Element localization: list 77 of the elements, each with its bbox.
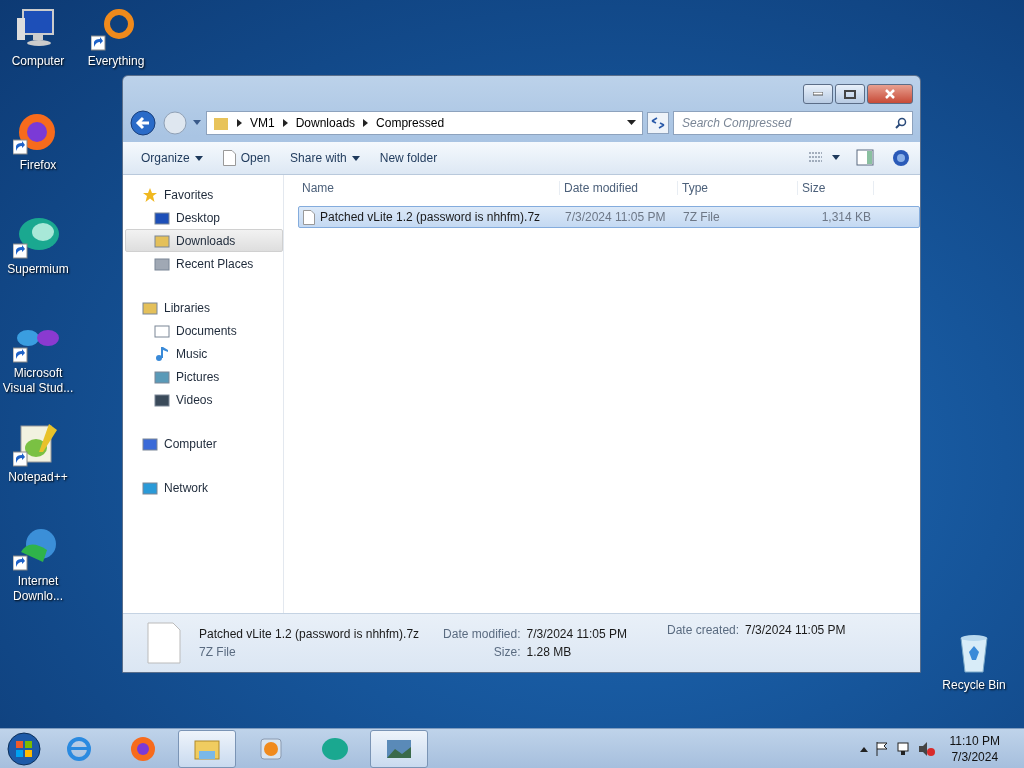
details-label: Date modified: <box>443 627 521 641</box>
muted-speaker-icon[interactable] <box>917 740 936 757</box>
file-icon <box>147 622 181 664</box>
toolbar-button[interactable]: Organize <box>133 148 211 168</box>
file-name: Patched vLite 1.2 (password is nhhfm).7z <box>299 209 561 225</box>
nav-item[interactable]: Pictures <box>125 365 283 388</box>
desktop-icon-label: Supermium <box>7 262 69 277</box>
details-label: Date created: <box>667 623 740 637</box>
file-row[interactable]: Patched vLite 1.2 (password is nhhfm).7z 7/3/2024 11:05 PM 7Z File 1,314 KB <box>298 206 920 228</box>
nav-header[interactable]: Libraries <box>125 296 283 319</box>
column-header[interactable]: Type <box>678 181 798 195</box>
nav-item[interactable]: Recent Places <box>125 252 283 275</box>
caret-icon <box>351 155 360 161</box>
minimize-button[interactable] <box>803 84 833 104</box>
clock-time[interactable]: 11:10 PM <box>949 732 1000 749</box>
chevron-icon[interactable] <box>237 119 242 127</box>
browser-icon <box>65 734 93 763</box>
details-value: 7/3/2024 11:05 PM <box>745 623 846 637</box>
chevron-icon[interactable] <box>363 119 369 127</box>
music-note-icon <box>154 345 170 362</box>
details-label: Size: <box>492 645 521 659</box>
breadcrumb-item[interactable]: Compressed <box>376 116 445 130</box>
desktop-icon-label: Everything <box>87 54 145 69</box>
desktop-icon-label: Firefox <box>19 158 57 173</box>
chevron-icon[interactable] <box>282 119 288 127</box>
maximize-icon <box>844 89 856 99</box>
search-field[interactable]: Search Compressed <box>673 111 913 135</box>
nav-item[interactable]: Desktop <box>125 206 283 229</box>
search-icon[interactable] <box>895 117 907 129</box>
taskbar-button[interactable] <box>370 729 428 768</box>
start-button[interactable] <box>4 730 44 767</box>
column-header[interactable]: Size <box>798 181 874 195</box>
close-icon <box>884 89 896 99</box>
address-bar[interactable]: VM1 Downloads Compressed <box>206 111 643 135</box>
back-icon[interactable] <box>130 110 158 136</box>
nav-item[interactable]: Downloads <box>125 229 283 252</box>
desktop-icon-label: Recycle Bin <box>942 678 1006 693</box>
details-value: 7/3/2024 11:05 PM <box>526 627 627 641</box>
caret-icon[interactable] <box>627 120 636 126</box>
file-icon <box>222 150 236 166</box>
clock-date[interactable]: 7/3/2024 <box>951 748 999 765</box>
file-size: 1,314 KB <box>820 210 872 224</box>
help-icon[interactable] <box>892 149 910 167</box>
breadcrumb-item[interactable]: Downloads <box>295 116 356 130</box>
details-file-type: 7Z File <box>199 645 237 659</box>
show-hidden-icons-icon[interactable] <box>859 745 868 752</box>
column-header[interactable]: Date modified <box>560 181 678 195</box>
minimize-icon <box>813 92 823 96</box>
nav-header[interactable]: Favorites <box>125 183 283 206</box>
nav-header[interactable]: Network <box>125 476 283 499</box>
nav-item[interactable]: Documents <box>125 319 283 342</box>
column-header[interactable]: Name <box>298 181 560 195</box>
desktop-icon-label: Microsoft Visual Stud... <box>1 366 75 396</box>
taskbar-button[interactable] <box>178 729 236 768</box>
toolbar-button[interactable]: Open <box>214 147 279 169</box>
nav-item[interactable]: Videos <box>125 388 283 411</box>
details-file-name: Patched vLite 1.2 (password is nhhfm).7z <box>199 627 420 641</box>
desktop-icon-label: Notepad++ <box>8 470 68 485</box>
firefox-icon <box>129 734 157 763</box>
flag-icon[interactable] <box>873 740 890 757</box>
nav-item[interactable]: Music <box>125 342 283 365</box>
toolbar-button[interactable]: New folder <box>371 148 446 168</box>
breadcrumb-item[interactable]: VM1 <box>250 116 275 130</box>
toolbar-button[interactable]: Share with <box>282 148 368 168</box>
desktop-icon-label: Computer <box>11 54 65 69</box>
view-options-icon[interactable] <box>808 151 842 165</box>
details-value: 1.28 MB <box>526 645 573 659</box>
file-date: 7/3/2024 11:05 PM <box>564 210 667 224</box>
caret-icon <box>194 155 203 161</box>
desktop-icon-label: Internet Downlo... <box>12 574 64 604</box>
star-icon <box>142 186 158 203</box>
maximize-button[interactable] <box>835 84 865 104</box>
file-type: 7Z File <box>682 210 721 224</box>
close-button[interactable] <box>867 84 913 104</box>
file-icon <box>303 209 315 225</box>
refresh-icon[interactable] <box>647 112 669 134</box>
nav-header[interactable]: Computer <box>125 432 283 455</box>
